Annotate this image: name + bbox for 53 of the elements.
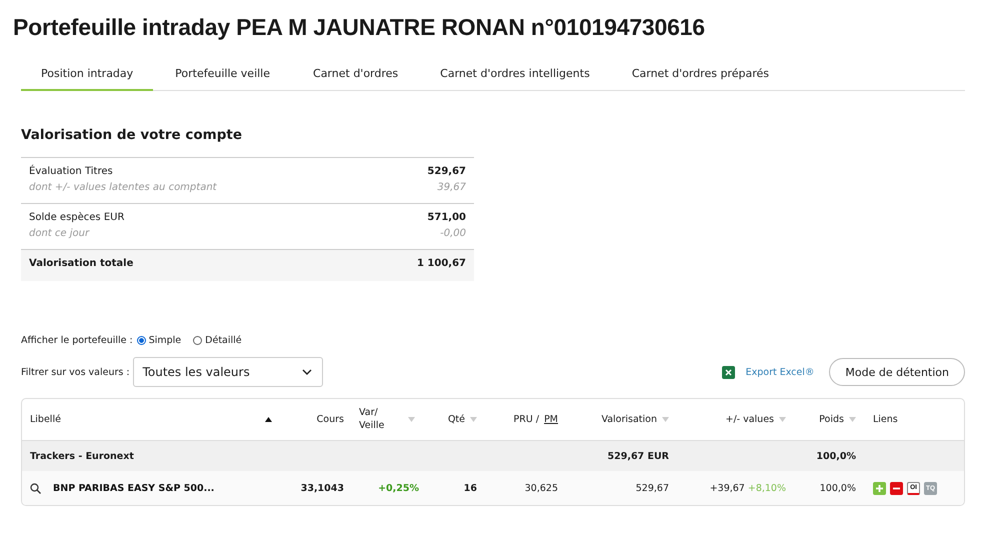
- account-value: 529,67: [427, 166, 466, 177]
- column-header[interactable]: +/- values: [725, 414, 774, 425]
- column-header[interactable]: Cours: [316, 414, 344, 425]
- table-cell: +39,67: [710, 482, 745, 494]
- table-cell: 529,67 EUR: [608, 450, 669, 462]
- total-label: Valorisation totale: [29, 258, 134, 271]
- spreadsheet-icon[interactable]: [722, 366, 735, 378]
- display-label: Afficher le portefeuille :: [21, 335, 133, 346]
- account-sub-label: dont +/- values latentes au comptant: [29, 182, 218, 193]
- column-header[interactable]: PRU /: [514, 414, 540, 425]
- group-name: Trackers - Euronext: [30, 450, 134, 462]
- security-link[interactable]: BNP PARIBAS EASY S&P 500...: [53, 482, 214, 494]
- tab[interactable]: Carnet d'ordres intelligents: [419, 61, 611, 91]
- table-cell: +8,10%: [748, 482, 786, 494]
- account-label: Solde espèces EUR: [29, 212, 126, 223]
- column-header[interactable]: Liens: [873, 414, 898, 425]
- search-icon[interactable]: [30, 482, 41, 494]
- page-title: Portefeuille intraday PEA M JAUNATRE RONAN n°010194730616: [13, 14, 706, 41]
- section-title: Valorisation de votre compte: [21, 127, 243, 143]
- column-header[interactable]: Libellé: [30, 414, 61, 425]
- export-link[interactable]: Export Excel®: [746, 366, 814, 378]
- table-cell: 16: [464, 482, 477, 494]
- account-sub-value: 39,67: [436, 182, 466, 193]
- radio-icon[interactable]: [193, 336, 202, 345]
- mode-button[interactable]: Mode de détention: [829, 358, 965, 386]
- tab[interactable]: Carnet d'ordres: [292, 61, 420, 91]
- table-cell: +0,25%: [378, 482, 419, 494]
- table-cell: 33,1043: [300, 482, 344, 494]
- account-sub-label: dont ce jour: [29, 228, 91, 239]
- account-value: 571,00: [427, 212, 466, 223]
- radio-option[interactable]: Simple: [136, 335, 182, 346]
- filter-dropdown[interactable]: Toutes les valeurs: [132, 357, 323, 387]
- column-header[interactable]: Var/ Veille: [359, 407, 391, 432]
- account-label: Évaluation Titres: [29, 166, 114, 177]
- column-header[interactable]: Qté: [448, 414, 465, 425]
- column-header[interactable]: Poids: [819, 414, 844, 425]
- header-link[interactable]: PM: [544, 414, 558, 425]
- chevron-down-icon[interactable]: [302, 369, 312, 375]
- radio-option[interactable]: Détaillé: [193, 335, 242, 346]
- tab[interactable]: Carnet d'ordres préparés: [610, 61, 790, 91]
- table-cell: 529,67: [636, 482, 669, 494]
- table-cell: 100,0%: [820, 482, 856, 494]
- radio-icon[interactable]: [136, 336, 146, 345]
- account-sub-value: -0,00: [439, 228, 466, 239]
- tab[interactable]: Portefeuille veille: [153, 61, 292, 91]
- column-header[interactable]: Valorisation: [601, 414, 657, 425]
- tab[interactable]: Position intraday: [21, 61, 154, 91]
- total-value: 1 100,67: [416, 258, 466, 271]
- filter-label: Filtrer sur vos valeurs :: [21, 366, 130, 378]
- sort-ascending-icon[interactable]: [265, 417, 272, 422]
- table-cell: 100,0%: [816, 450, 856, 462]
- table-cell: 30,625: [524, 482, 558, 494]
- minus-icon[interactable]: [890, 482, 903, 494]
